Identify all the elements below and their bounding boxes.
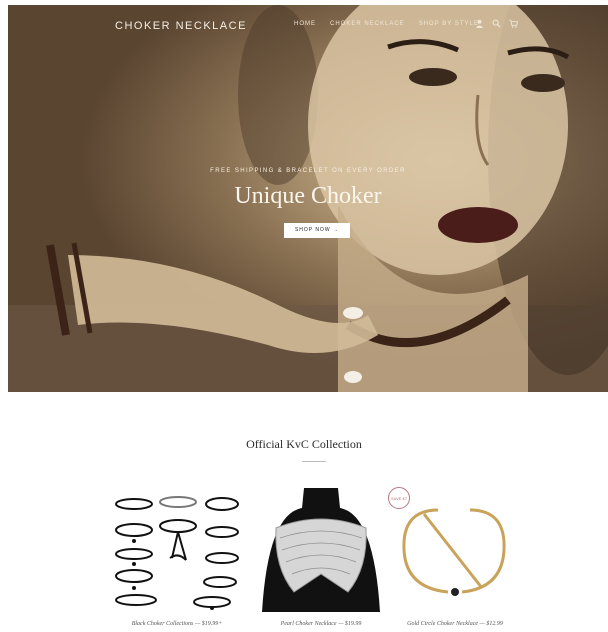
user-icon[interactable]	[475, 19, 484, 28]
product-caption[interactable]: Black Choker Collections — $19.99+	[102, 621, 252, 627]
store-page: CHOKER NECKLACE HOME CHOKER NECKLACE SHO…	[0, 0, 608, 632]
hero-banner: CHOKER NECKLACE HOME CHOKER NECKLACE SHO…	[8, 5, 608, 392]
product-caption[interactable]: Gold Circle Choker Necklace — $12.99	[380, 621, 530, 627]
shop-now-button[interactable]: SHOP NOW →	[284, 223, 350, 238]
sale-badge: SAVE $7	[388, 487, 410, 509]
nav-link-choker-necklace[interactable]: CHOKER NECKLACE	[330, 21, 405, 27]
top-navigation: CHOKER NECKLACE HOME CHOKER NECKLACE SHO…	[8, 5, 608, 45]
nav-link-home[interactable]: HOME	[294, 21, 316, 27]
cart-icon[interactable]	[509, 19, 518, 28]
search-icon[interactable]	[492, 19, 501, 28]
nav-links: HOME CHOKER NECKLACE SHOP BY STYLE	[294, 21, 479, 27]
hero-subtitle: FREE SHIPPING & BRACELET ON EVERY ORDER	[210, 168, 406, 174]
gold-circle-choker-image[interactable]	[390, 488, 520, 612]
nav-icons	[475, 19, 518, 28]
title-divider	[302, 461, 326, 462]
nav-link-shop-by-style[interactable]: SHOP BY STYLE	[419, 21, 479, 27]
product-card-pearl-choker[interactable]: Pearl Choker Necklace — $19.99	[256, 488, 386, 627]
collection-title: Official KvC Collection	[246, 437, 362, 451]
product-card-gold-circle-choker[interactable]: SAVE $7 Gold Circle Choker Necklace — $1…	[388, 487, 520, 627]
pearl-choker-image[interactable]	[256, 488, 386, 612]
hero-title: Unique Choker	[234, 183, 382, 209]
black-choker-collection-image[interactable]	[112, 488, 242, 612]
store-logo[interactable]: CHOKER NECKLACE	[115, 20, 247, 32]
product-card-black-chokers[interactable]: Black Choker Collections — $19.99+	[112, 488, 242, 627]
product-caption[interactable]: Pearl Choker Necklace — $19.99	[246, 621, 396, 627]
